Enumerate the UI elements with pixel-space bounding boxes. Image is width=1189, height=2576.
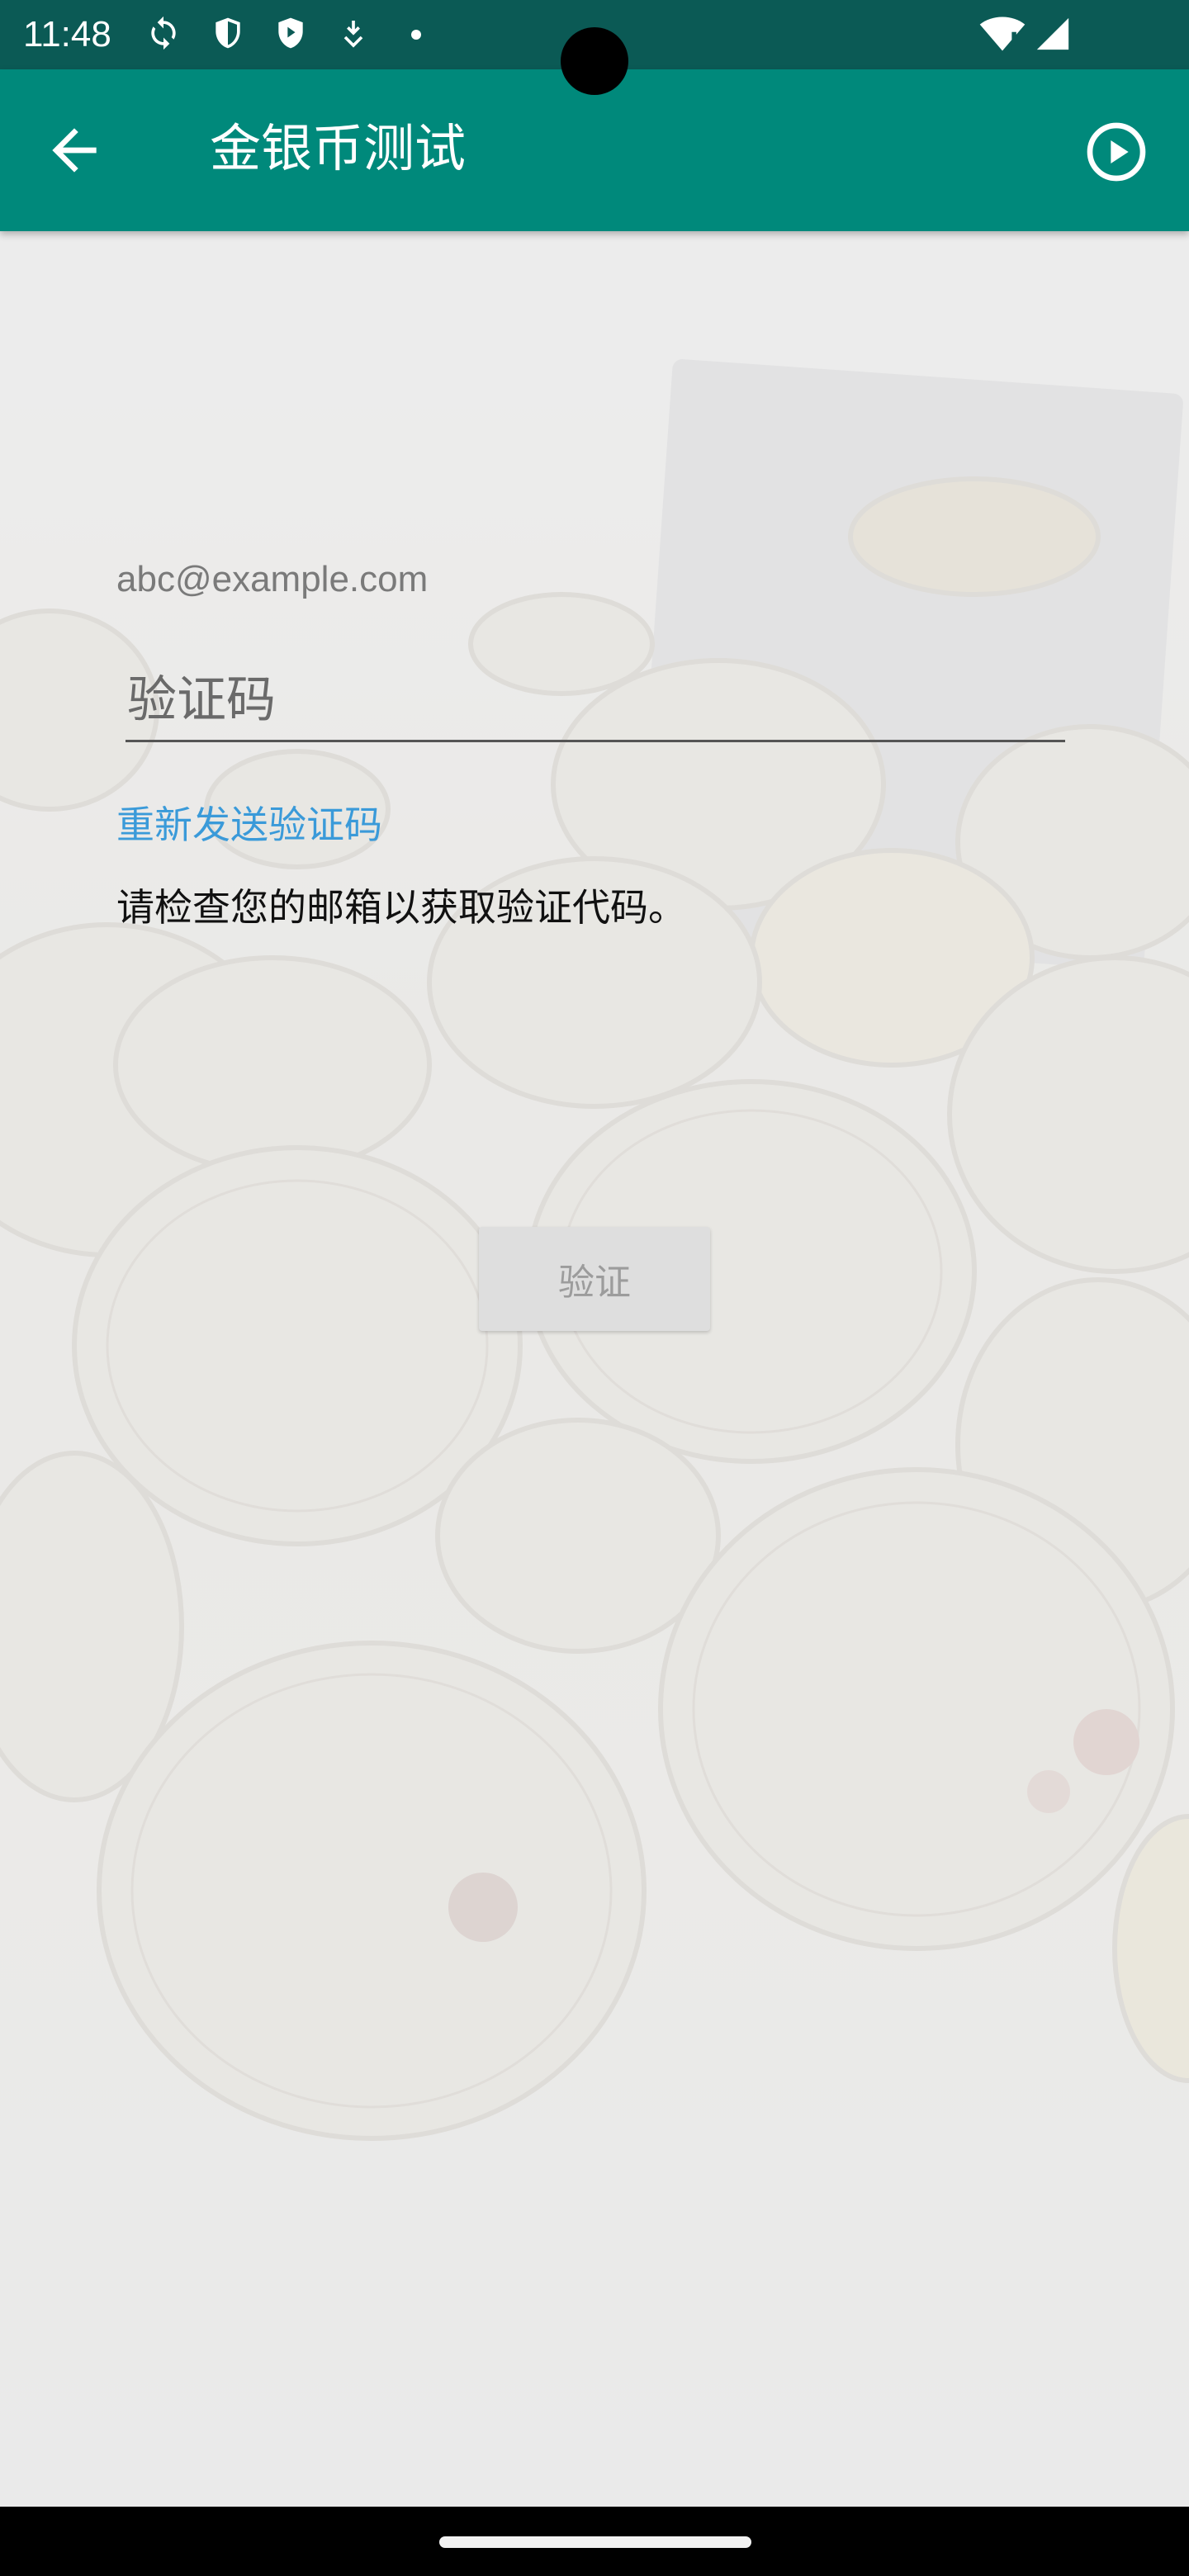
email-label: abc@example.com [116,559,429,599]
play-protect-icon [278,17,303,49]
verification-form: abc@example.com 重新发送验证码 请检查您的邮箱以获取验证代码。 … [0,231,1189,2507]
app-title: 金银币测试 [210,118,467,178]
navigation-bar [0,2507,1189,2576]
resend-code-link[interactable]: 重新发送验证码 [116,798,382,852]
dot-icon [411,30,421,40]
shield-icon [216,17,240,49]
home-gesture-handle[interactable] [439,2536,751,2548]
signal-icon [1036,17,1069,50]
verify-button[interactable]: 验证 [479,1227,710,1331]
check-email-hint: 请检查您的邮箱以获取验证代码。 [116,885,686,930]
wifi-icon [979,17,1026,51]
arrow-back-icon[interactable] [41,117,107,183]
download-icon [343,21,363,48]
sync-icon [151,16,176,50]
screen: 11:48 金银币测试 abc@example.com 验证码 重新发送验证码 … [0,0,1189,2576]
camera-cutout [561,27,628,95]
status-time: 11:48 [23,14,111,54]
play-circle-icon[interactable] [1083,119,1149,185]
verification-code-input[interactable] [126,661,1065,742]
